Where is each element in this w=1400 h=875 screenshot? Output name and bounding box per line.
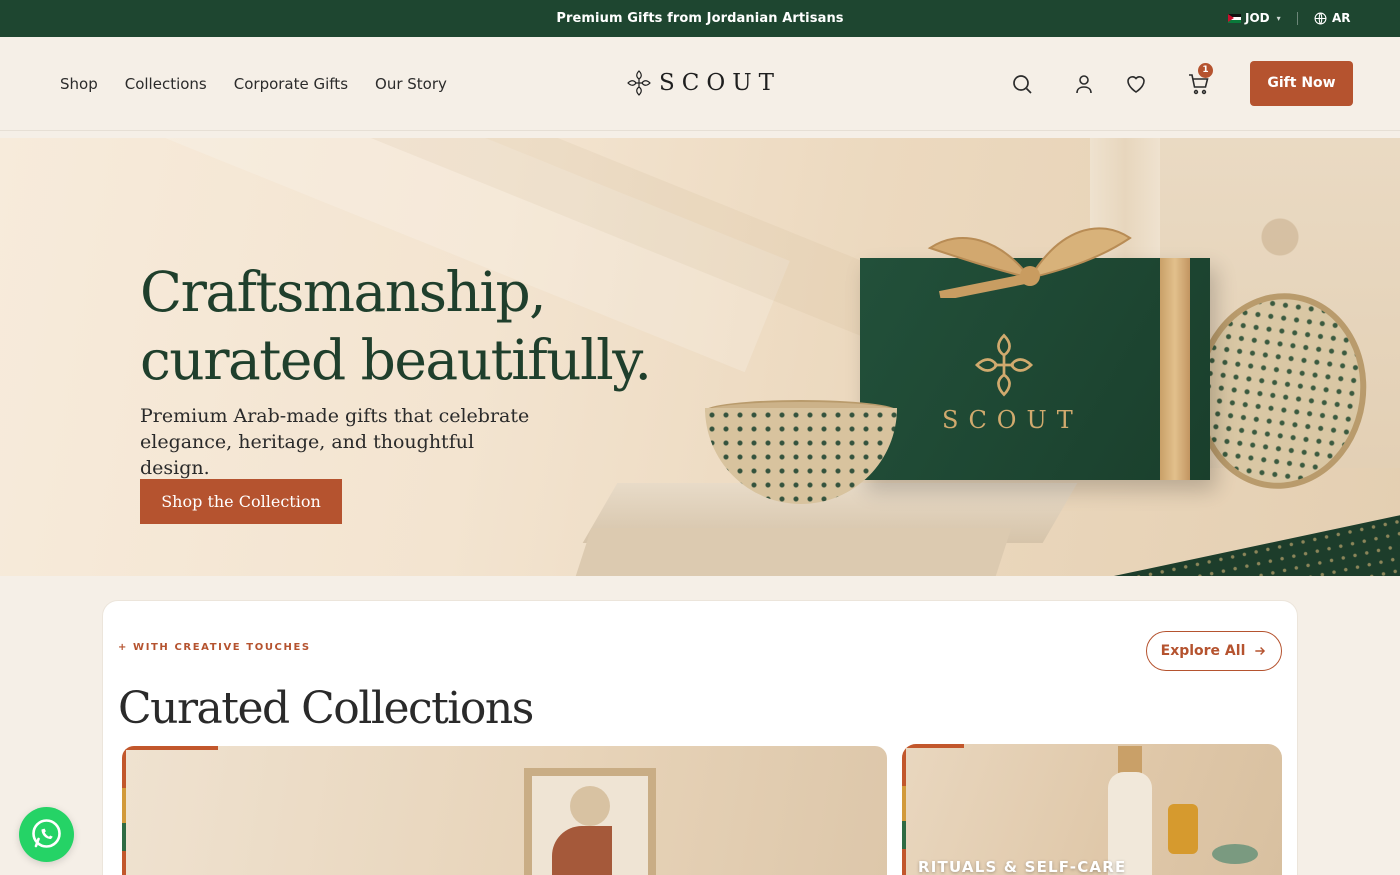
announcement-message: Premium Gifts from Jordanian Artisans bbox=[556, 11, 844, 26]
nav-collections[interactable]: Collections bbox=[125, 75, 207, 93]
search-button[interactable] bbox=[1010, 72, 1034, 96]
wishlist-button[interactable] bbox=[1124, 72, 1148, 96]
collection-card-rituals[interactable]: RITUALS & SELF-CARE bbox=[902, 744, 1282, 875]
jordan-flag-icon bbox=[1228, 13, 1241, 23]
divider bbox=[1297, 12, 1298, 25]
collections-eyebrow: + WITH CREATIVE TOUCHES bbox=[118, 642, 311, 653]
collections-title: Curated Collections bbox=[118, 683, 534, 734]
brand-logo[interactable]: SCOUT bbox=[627, 70, 781, 96]
pump-bottle-top bbox=[1118, 746, 1142, 774]
brand-name: SCOUT bbox=[659, 70, 781, 96]
stone-plinth-side bbox=[568, 528, 1012, 576]
announcement-bar: Premium Gifts from Jordanian Artisans JO… bbox=[0, 0, 1400, 37]
art-sun-shape bbox=[570, 786, 610, 826]
hero-title-line1: Craftsmanship, bbox=[140, 260, 547, 324]
chevron-down-icon: ▾ bbox=[1276, 13, 1281, 23]
currency-selector[interactable]: JOD ▾ bbox=[1228, 11, 1281, 25]
wishlist-heart-icon bbox=[1127, 76, 1145, 93]
whatsapp-icon bbox=[32, 819, 61, 848]
hero-banner: SCOUT Craftsmanship, curated beautifully… bbox=[0, 138, 1400, 576]
logo-flower-icon bbox=[627, 70, 651, 96]
nav-corporate-gifts[interactable]: Corporate Gifts bbox=[234, 75, 348, 93]
site-header: Shop Collections Corporate Gifts Our Sto… bbox=[0, 37, 1400, 131]
gua-sha-stone bbox=[1212, 844, 1258, 864]
hero-title: Craftsmanship, curated beautifully. bbox=[140, 258, 652, 394]
oil-bottle bbox=[1168, 804, 1198, 854]
box-logo-icon bbox=[975, 333, 1033, 397]
account-button[interactable] bbox=[1072, 72, 1096, 96]
card-accent-stripe-top bbox=[122, 746, 218, 750]
language-label: AR bbox=[1332, 11, 1351, 25]
gift-now-button[interactable]: Gift Now bbox=[1250, 61, 1353, 106]
gift-ribbon bbox=[1160, 258, 1190, 480]
nav-our-story[interactable]: Our Story bbox=[375, 75, 447, 93]
account-icon bbox=[1076, 75, 1092, 94]
search-icon bbox=[1013, 75, 1032, 94]
ribbon-bow-icon bbox=[927, 227, 1132, 298]
card-accent-stripe bbox=[122, 746, 126, 875]
hero-subtitle: Premium Arab-made gifts that celebrate e… bbox=[140, 405, 530, 479]
cart-button[interactable]: 1 bbox=[1187, 63, 1213, 96]
explore-all-button[interactable]: Explore All bbox=[1146, 631, 1282, 671]
box-brand-text: SCOUT bbox=[942, 406, 1083, 434]
hero-title-line2: curated beautifully. bbox=[140, 328, 652, 392]
language-selector[interactable]: AR bbox=[1314, 11, 1351, 25]
currency-label: JOD bbox=[1245, 11, 1270, 25]
nav-shop[interactable]: Shop bbox=[60, 75, 98, 93]
card-accent-stripe-top bbox=[902, 744, 964, 748]
art-clay-shape bbox=[552, 826, 612, 875]
explore-all-label: Explore All bbox=[1160, 643, 1246, 659]
main-nav: Shop Collections Corporate Gifts Our Sto… bbox=[60, 75, 447, 93]
card-accent-stripe bbox=[902, 744, 906, 875]
whatsapp-chat-button[interactable] bbox=[19, 807, 74, 862]
collection-card-home[interactable] bbox=[122, 746, 887, 875]
globe-icon bbox=[1314, 12, 1327, 24]
arrow-right-icon bbox=[1255, 647, 1266, 655]
cart-count-badge: 1 bbox=[1198, 63, 1213, 78]
shop-collection-button[interactable]: Shop the Collection bbox=[140, 479, 342, 524]
collection-card-label: RITUALS & SELF-CARE bbox=[918, 858, 1127, 875]
